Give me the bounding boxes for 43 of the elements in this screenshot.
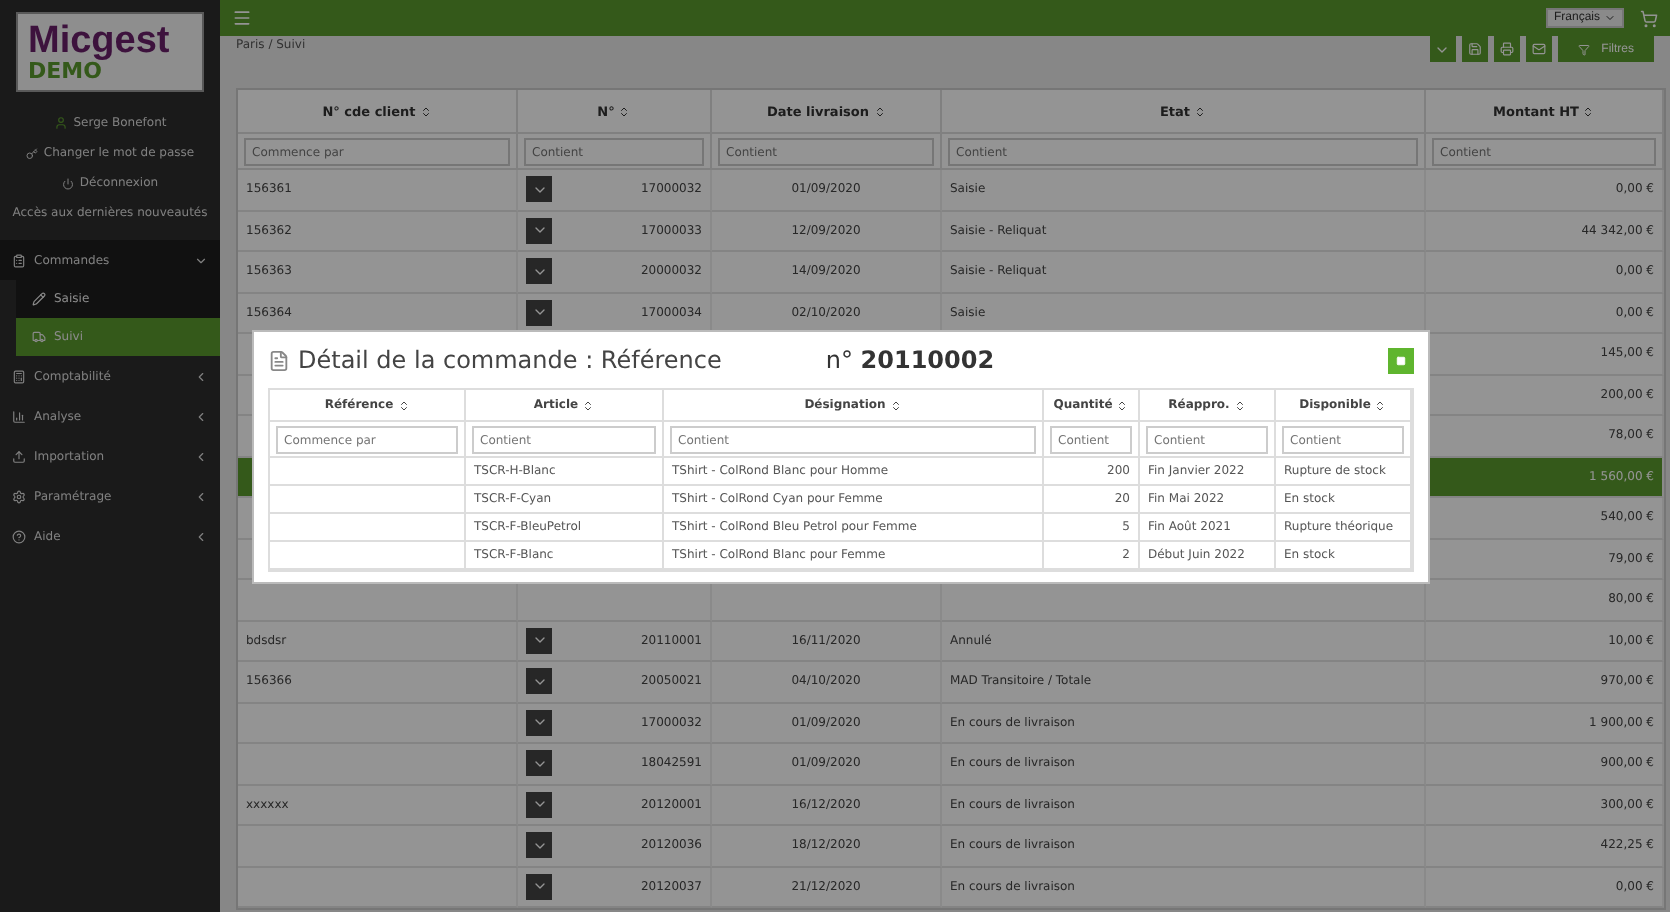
dropdown-button[interactable] [526,709,552,736]
dropdown-button[interactable] [526,750,552,777]
dropdown-button[interactable] [526,258,552,285]
chevron-left-icon [194,409,208,423]
close-button[interactable] [1388,347,1414,373]
key-icon [25,147,38,159]
dropdown-button[interactable] [526,176,552,203]
dropdown-button[interactable] [526,627,552,654]
clipboard-icon [12,253,26,267]
chevron-down-icon [194,253,208,267]
truck-icon [32,330,46,344]
chart-icon [12,409,26,423]
cart-icon[interactable] [1640,9,1658,27]
power-icon [61,177,74,189]
dropdown-button[interactable] [526,217,552,244]
dropdown-button[interactable] [526,791,552,818]
square-icon [1396,355,1406,365]
chevron-left-icon [194,489,208,503]
gear-icon [12,489,26,503]
calculator-icon [12,369,26,383]
dropdown-button[interactable] [526,299,552,326]
upload-icon [12,449,26,463]
chevron-left-icon [194,369,208,383]
logo: Micgest DEMO [16,12,204,92]
chevron-left-icon [194,449,208,463]
printer-icon [1499,42,1514,56]
dialog-title: Détail de la commande : Référence [298,346,722,374]
menu-icon[interactable] [232,8,252,28]
dropdown-button[interactable] [526,873,552,900]
dropdown-button[interactable] [526,832,552,859]
user-icon [53,116,68,130]
chevron-left-icon [194,529,208,543]
order-number: n° 20110002 [825,346,995,374]
document-icon [268,349,290,371]
save-icon [1467,42,1482,56]
pencil-icon [32,292,46,306]
filter-icon [1577,43,1590,55]
help-icon [12,529,26,543]
envelope-icon [1531,42,1546,56]
print-button[interactable] [1493,36,1520,62]
dropdown-button[interactable] [526,668,552,695]
mail-button[interactable] [1525,36,1552,62]
caret-icon [1604,12,1616,24]
